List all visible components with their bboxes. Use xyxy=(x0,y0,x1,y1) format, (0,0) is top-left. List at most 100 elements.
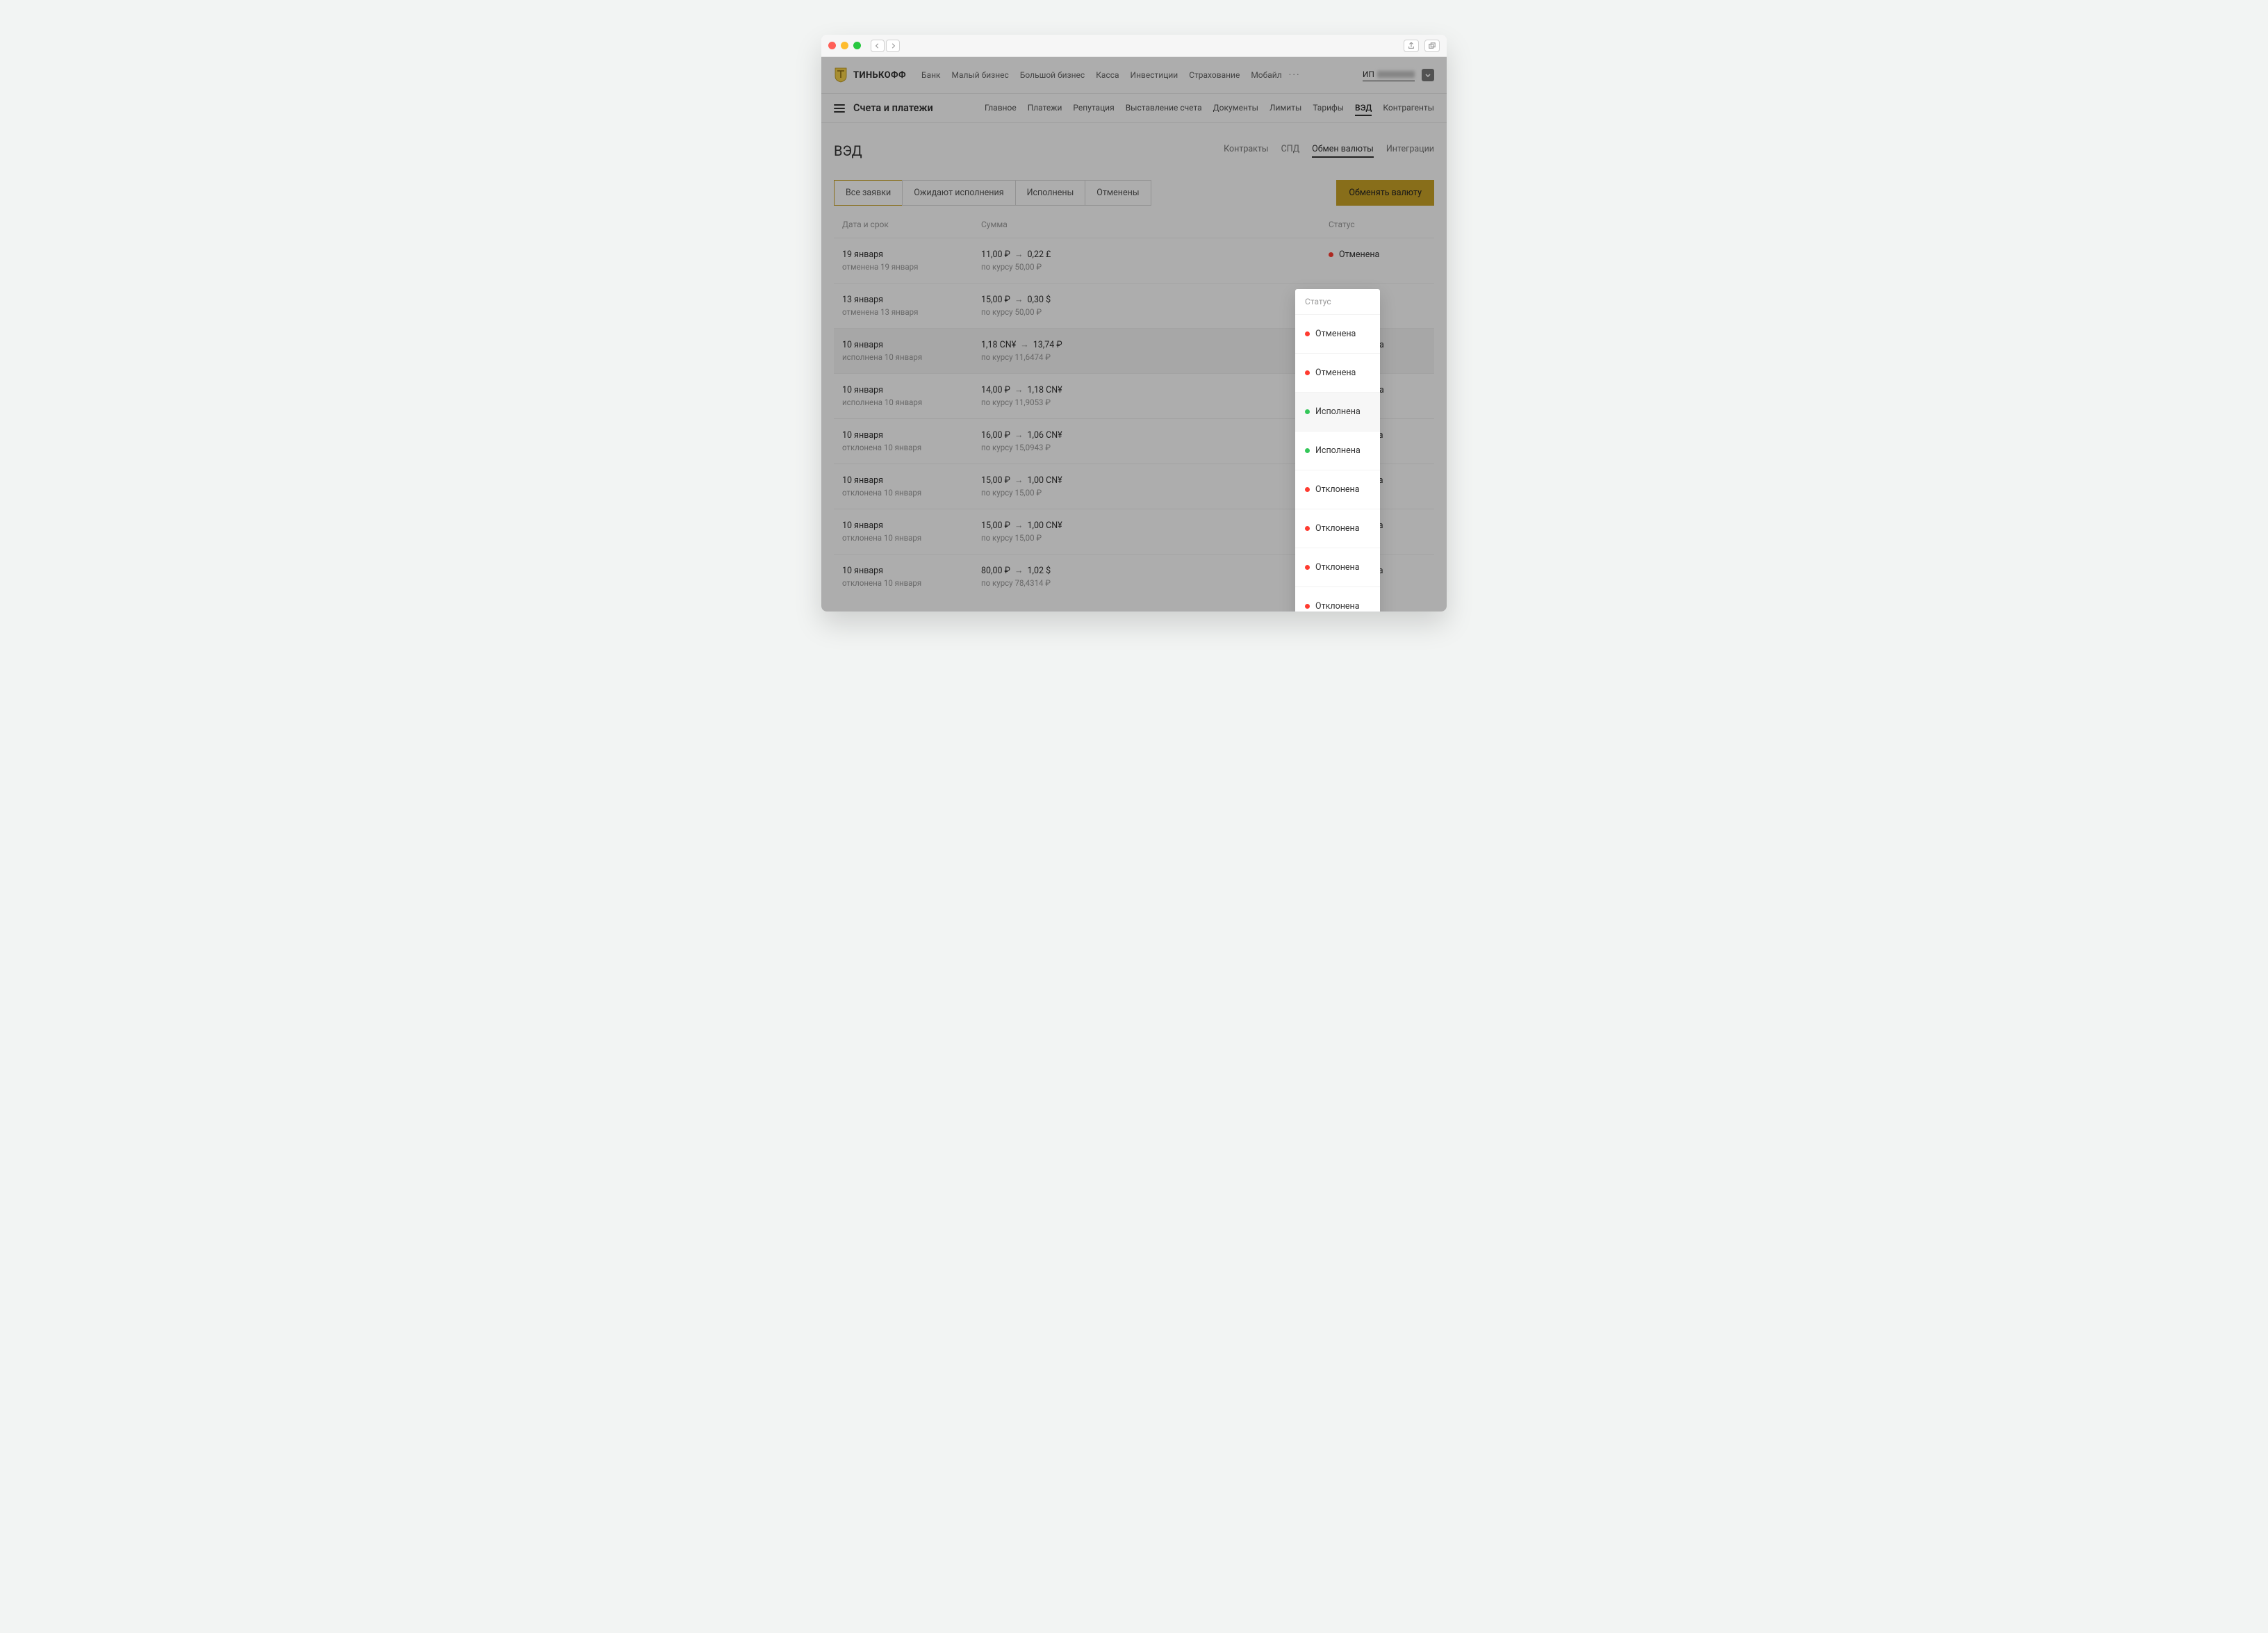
row-sum: 16,00 ₽→1,06 CN¥ xyxy=(981,430,1329,441)
popover-status-label: Отменена xyxy=(1315,368,1356,378)
filter-button[interactable]: Ожидают исполнения xyxy=(902,180,1015,206)
more-icon[interactable]: ··· xyxy=(1289,69,1301,81)
row-date: 10 января xyxy=(842,430,981,441)
titlebar xyxy=(821,35,1447,57)
status-dot-icon xyxy=(1329,252,1333,257)
row-date-sub: исполнена 10 января xyxy=(842,397,981,407)
maximize-icon[interactable] xyxy=(853,42,861,49)
exchange-currency-button[interactable]: Обменять валюту xyxy=(1336,180,1434,206)
row-date-sub: отменена 19 января xyxy=(842,262,981,272)
nav-buttons xyxy=(871,40,900,52)
tabs-icon[interactable] xyxy=(1424,40,1440,52)
topnav-item[interactable]: Страхование xyxy=(1189,70,1240,80)
topnav-item[interactable]: Банк xyxy=(921,70,941,80)
page-tab[interactable]: СПД xyxy=(1281,144,1299,158)
subnav-item[interactable]: ВЭД xyxy=(1355,103,1372,116)
close-icon[interactable] xyxy=(828,42,836,49)
row-date: 13 января xyxy=(842,295,981,305)
popover-status-row[interactable]: Отклонена xyxy=(1295,548,1380,586)
status-dot-icon xyxy=(1305,604,1310,609)
arrow-right-icon: → xyxy=(1014,295,1024,305)
row-date: 10 января xyxy=(842,385,981,395)
subnav-item[interactable]: Документы xyxy=(1213,103,1258,113)
status-dot-icon xyxy=(1305,487,1310,492)
subnav-item[interactable]: Главное xyxy=(985,103,1017,113)
row-date: 10 января xyxy=(842,520,981,531)
popover-status-row[interactable]: Отменена xyxy=(1295,353,1380,392)
row-status: Отменена xyxy=(1329,249,1426,260)
status-dot-icon xyxy=(1305,565,1310,570)
status-popover: Статус Отменена Отменена Исполнена Исполнен… xyxy=(1295,289,1380,612)
row-date: 10 января xyxy=(842,475,981,486)
app-content: ТИНЬКОФФ Банк Малый бизнес Большой бизнес К… xyxy=(821,57,1447,612)
page-tab[interactable]: Обмен валюты xyxy=(1312,144,1374,158)
subnav-item[interactable]: Тарифы xyxy=(1313,103,1344,113)
row-date: 10 января xyxy=(842,340,981,350)
arrow-right-icon: → xyxy=(1014,475,1024,486)
row-date: 10 января xyxy=(842,566,981,576)
arrow-right-icon: → xyxy=(1020,340,1029,350)
subbar: Счета и платежи ГлавноеПлатежиРепутацияВ… xyxy=(821,94,1447,123)
menu-icon[interactable] xyxy=(834,104,845,113)
brand-text: ТИНЬКОФФ xyxy=(853,70,906,81)
row-rate: по курсу 50,00 ₽ xyxy=(981,262,1329,272)
topnav-item[interactable]: Мобайл xyxy=(1251,70,1281,80)
subnav-item[interactable]: Контрагенты xyxy=(1383,103,1434,113)
chevron-down-icon[interactable] xyxy=(1422,69,1434,81)
popover-status-row[interactable]: Отклонена xyxy=(1295,586,1380,612)
row-rate: по курсу 11,9053 ₽ xyxy=(981,397,1329,407)
popover-status-label: Отклонена xyxy=(1315,562,1360,573)
row-rate: по курсу 15,00 ₽ xyxy=(981,488,1329,498)
forward-button[interactable] xyxy=(886,40,900,52)
row-date-sub: отклонена 10 января xyxy=(842,578,981,588)
topnav-item[interactable]: Касса xyxy=(1096,70,1119,80)
row-date: 19 января xyxy=(842,249,981,260)
popover-status-label: Исполнена xyxy=(1315,407,1361,417)
topnav-item[interactable]: Большой бизнес xyxy=(1020,70,1085,80)
popover-status-row[interactable]: Отклонена xyxy=(1295,509,1380,548)
filter-button[interactable]: Все заявки xyxy=(834,180,903,206)
arrow-right-icon: → xyxy=(1014,385,1024,395)
col-date-header: Дата и срок xyxy=(842,220,981,229)
popover-status-row[interactable]: Отклонена xyxy=(1295,470,1380,509)
subnav-item[interactable]: Лимиты xyxy=(1269,103,1301,113)
popover-status-row[interactable]: Исполнена xyxy=(1295,431,1380,470)
row-rate: по курсу 11,6474 ₽ xyxy=(981,352,1329,362)
filter-button[interactable]: Отменены xyxy=(1085,180,1151,206)
arrow-right-icon: → xyxy=(1014,520,1024,531)
top-navigation: Банк Малый бизнес Большой бизнес Касса Инвес… xyxy=(921,70,1282,80)
row-sum: 15,00 ₽→1,00 CN¥ xyxy=(981,520,1329,531)
popover-status-row[interactable]: Отменена xyxy=(1295,314,1380,353)
status-dot-icon xyxy=(1305,526,1310,531)
row-sum: 80,00 ₽→1,02 $ xyxy=(981,566,1329,576)
popover-status-label: Исполнена xyxy=(1315,445,1361,456)
row-sum: 1,18 CN¥→13,74 ₽ xyxy=(981,340,1329,350)
user-prefix: ИП xyxy=(1363,69,1374,79)
subnav-item[interactable]: Выставление счета xyxy=(1126,103,1202,113)
page-tab[interactable]: Интеграции xyxy=(1386,144,1434,158)
logo[interactable]: ТИНЬКОФФ xyxy=(834,67,906,83)
arrow-right-icon: → xyxy=(1014,430,1024,441)
share-icon[interactable] xyxy=(1404,40,1419,52)
page-tab[interactable]: Контракты xyxy=(1224,144,1269,158)
back-button[interactable] xyxy=(871,40,885,52)
minimize-icon[interactable] xyxy=(841,42,848,49)
row-date-sub: отклонена 10 января xyxy=(842,443,981,452)
col-sum-header: Сумма xyxy=(981,220,1329,229)
popover-status-label: Отклонена xyxy=(1315,601,1360,612)
subnav-item[interactable]: Платежи xyxy=(1028,103,1062,113)
row-sum: 11,00 ₽→0,22 £ xyxy=(981,249,1329,260)
status-dot-icon xyxy=(1305,370,1310,375)
topnav-item[interactable]: Малый бизнес xyxy=(952,70,1009,80)
subnav-item[interactable]: Репутация xyxy=(1073,103,1114,113)
popover-status-row[interactable]: Исполнена xyxy=(1295,392,1380,431)
popover-header: Статус xyxy=(1295,289,1380,314)
page-tabs: Контракты СПД Обмен валюты Интеграции xyxy=(1224,144,1434,158)
popover-status-label: Отменена xyxy=(1315,329,1356,339)
col-status-header: Статус xyxy=(1329,220,1426,229)
user-menu[interactable]: ИП xyxy=(1363,69,1415,81)
filter-button[interactable]: Исполнены xyxy=(1015,180,1086,206)
user-name-blurred xyxy=(1377,71,1415,78)
table-row[interactable]: 19 января отменена 19 января11,00 ₽→0,22 … xyxy=(834,238,1434,283)
topnav-item[interactable]: Инвестиции xyxy=(1131,70,1178,80)
